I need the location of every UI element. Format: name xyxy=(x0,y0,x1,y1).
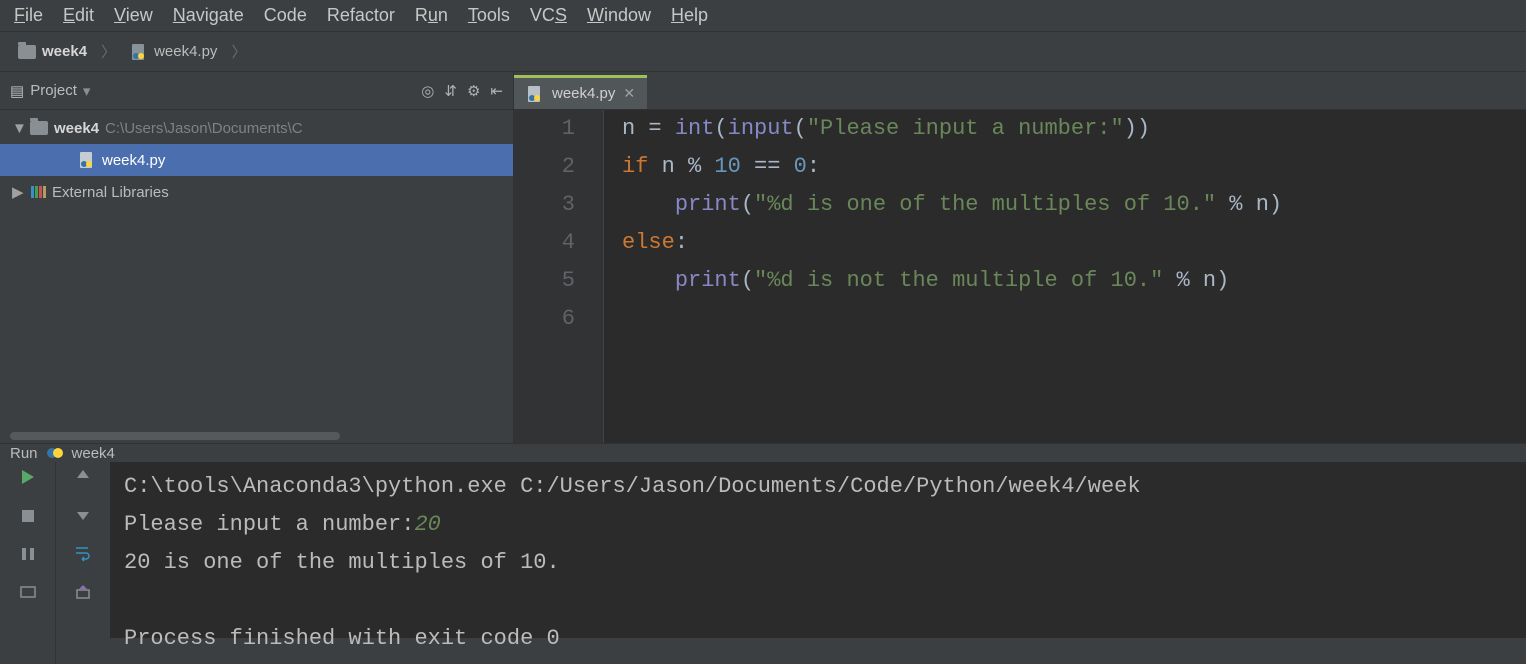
settings-gear-icon[interactable]: ⚙ xyxy=(467,82,480,100)
code-text: % n) xyxy=(1163,268,1229,293)
folder-icon xyxy=(30,121,48,135)
code-text: == xyxy=(741,154,794,179)
python-icon xyxy=(46,444,64,462)
up-arrow-icon[interactable] xyxy=(75,468,91,488)
editor-tab-label: week4.py xyxy=(552,85,615,102)
locate-icon[interactable]: ◎ xyxy=(421,82,434,100)
menu-edit[interactable]: Edit xyxy=(53,1,104,30)
tree-file-week4[interactable]: week4.py xyxy=(0,144,513,176)
menu-tools[interactable]: Tools xyxy=(458,1,520,30)
menu-vcs[interactable]: VCS xyxy=(520,1,577,30)
dropdown-chevron-icon[interactable]: ▾ xyxy=(83,82,91,100)
chevron-right-icon: 〉 xyxy=(101,41,116,62)
menu-navigate[interactable]: Navigate xyxy=(163,1,254,30)
close-icon[interactable]: ✕ xyxy=(623,85,635,102)
code-string: "%d is not the multiple of 10." xyxy=(754,268,1163,293)
soft-wrap-icon[interactable] xyxy=(74,544,92,566)
menu-view[interactable]: View xyxy=(104,1,163,30)
code-builtin: input xyxy=(728,116,794,141)
run-tool-window: Run week4 xyxy=(0,443,1526,638)
console-prompt: Please input a number: xyxy=(124,512,414,537)
editor-tab-week4[interactable]: week4.py ✕ xyxy=(514,75,647,109)
run-title: Run xyxy=(10,445,38,462)
breadcrumb-folder[interactable]: week4 xyxy=(12,41,93,62)
sidebar-title: Project xyxy=(30,82,77,99)
project-tool-icon: ▤ xyxy=(10,82,24,100)
menu-run[interactable]: Run xyxy=(405,1,458,30)
python-file-icon xyxy=(526,85,544,103)
menu-help[interactable]: Help xyxy=(661,1,718,30)
menu-refactor[interactable]: Refactor xyxy=(317,1,405,30)
run-config-name: week4 xyxy=(72,445,115,462)
code-builtin: print xyxy=(675,192,741,217)
sidebar-header: ▤ Project ▾ ◎ ⇵ ⚙ ⇤ xyxy=(0,72,513,110)
stop-icon[interactable] xyxy=(20,508,36,528)
code-text: n = xyxy=(622,116,675,141)
libraries-icon xyxy=(30,184,46,200)
run-body: C:\tools\Anaconda3\python.exe C:/Users/J… xyxy=(0,462,1526,664)
code-string: "Please input a number:" xyxy=(807,116,1124,141)
export-icon[interactable] xyxy=(75,584,91,604)
code-builtin: print xyxy=(675,268,741,293)
tree-root-name: week4 xyxy=(54,120,99,137)
editor: week4.py ✕ 123456 n = int(input("Please … xyxy=(514,72,1526,443)
python-file-icon xyxy=(78,151,96,169)
tree-root[interactable]: ▼ week4 C:\Users\Jason\Documents\C xyxy=(0,112,513,144)
menu-file[interactable]: File xyxy=(4,1,53,30)
pause-icon[interactable] xyxy=(20,546,36,566)
breadcrumb-folder-label: week4 xyxy=(42,43,87,60)
hide-icon[interactable]: ⇤ xyxy=(490,82,503,100)
main-area: ▤ Project ▾ ◎ ⇵ ⚙ ⇤ ▼ week4 C:\Users\Jas… xyxy=(0,72,1526,443)
menu-code[interactable]: Code xyxy=(254,1,317,30)
collapse-all-icon[interactable]: ⇵ xyxy=(444,82,457,100)
folder-icon xyxy=(18,45,36,59)
code-content[interactable]: n = int(input("Please input a number:"))… xyxy=(604,110,1526,443)
code-text: % n) xyxy=(1216,192,1282,217)
tree-ext-label: External Libraries xyxy=(52,184,169,201)
tree-external-libraries[interactable]: ▶ External Libraries xyxy=(0,176,513,208)
tree-root-path: C:\Users\Jason\Documents\C xyxy=(105,120,303,137)
rerun-icon[interactable] xyxy=(19,468,37,490)
code-builtin: int xyxy=(675,116,715,141)
breadcrumb-file[interactable]: week4.py xyxy=(124,41,223,63)
code-text: : xyxy=(675,230,688,255)
code-keyword: else xyxy=(622,230,675,255)
sidebar-horizontal-scrollbar[interactable] xyxy=(0,429,513,443)
expand-arrow-icon[interactable]: ▼ xyxy=(12,120,24,137)
code-text xyxy=(622,268,675,293)
project-tree[interactable]: ▼ week4 C:\Users\Jason\Documents\C week4… xyxy=(0,110,513,429)
line-gutter: 123456 xyxy=(514,110,604,443)
console-user-input: 20 xyxy=(414,512,440,537)
expand-arrow-icon[interactable]: ▶ xyxy=(12,183,24,201)
python-file-icon xyxy=(130,43,148,61)
editor-tab-bar: week4.py ✕ xyxy=(514,72,1526,110)
scrollbar-thumb[interactable] xyxy=(10,432,340,440)
code-string: "%d is one of the multiples of 10." xyxy=(754,192,1216,217)
code-text: : xyxy=(807,154,820,179)
breadcrumb: week4 〉 week4.py 〉 xyxy=(0,32,1526,72)
console-output[interactable]: C:\tools\Anaconda3\python.exe C:/Users/J… xyxy=(110,462,1526,664)
code-number: 10 xyxy=(714,154,740,179)
down-arrow-icon[interactable] xyxy=(75,506,91,526)
console-exit: Process finished with exit code 0 xyxy=(124,626,560,651)
project-sidebar: ▤ Project ▾ ◎ ⇵ ⚙ ⇤ ▼ week4 C:\Users\Jas… xyxy=(0,72,514,443)
menu-window[interactable]: Window xyxy=(577,1,661,30)
run-header: Run week4 xyxy=(0,444,1526,462)
code-number: 0 xyxy=(794,154,807,179)
tree-file-label: week4.py xyxy=(102,152,165,169)
code-text: n % xyxy=(648,154,714,179)
menu-bar: FileEditViewNavigateCodeRefactorRunTools… xyxy=(0,0,1526,32)
code-text xyxy=(622,192,675,217)
code-keyword: if xyxy=(622,154,648,179)
breadcrumb-file-label: week4.py xyxy=(154,43,217,60)
chevron-right-icon: 〉 xyxy=(231,41,246,62)
code-editor[interactable]: 123456 n = int(input("Please input a num… xyxy=(514,110,1526,443)
console-cmd: C:\tools\Anaconda3\python.exe C:/Users/J… xyxy=(124,474,1141,499)
run-toolbar-secondary xyxy=(55,462,110,664)
layout-icon[interactable] xyxy=(20,584,36,604)
console-output-line: 20 is one of the multiples of 10. xyxy=(124,550,560,575)
run-toolbar-left xyxy=(0,462,55,664)
